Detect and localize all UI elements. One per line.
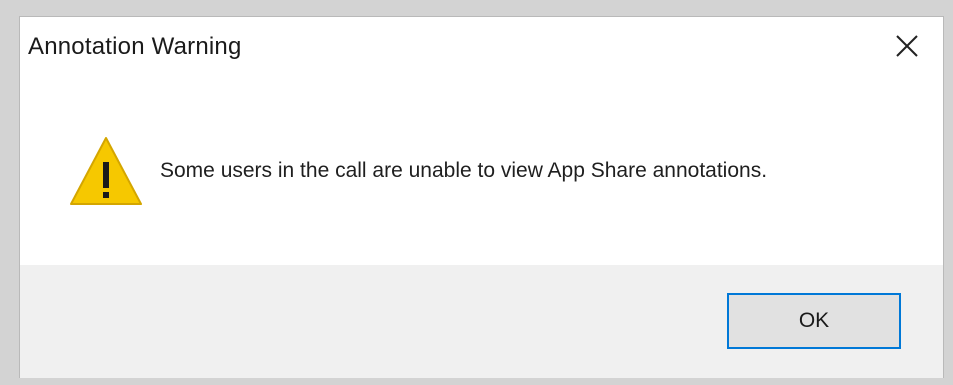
close-icon — [896, 35, 918, 57]
dialog-content: Some users in the call are unable to vie… — [20, 77, 943, 265]
warning-icon — [70, 137, 142, 205]
ok-button[interactable]: OK — [727, 293, 901, 349]
warning-message: Some users in the call are unable to vie… — [160, 159, 768, 182]
dialog-title: Annotation Warning — [28, 33, 242, 60]
screen-background: Annotation Warning Some users in the cal… — [0, 0, 953, 385]
dialog-titlebar: Annotation Warning — [20, 17, 943, 77]
dialog-footer: OK — [20, 265, 943, 378]
close-button[interactable] — [883, 25, 931, 67]
annotation-warning-dialog: Annotation Warning Some users in the cal… — [19, 16, 944, 378]
